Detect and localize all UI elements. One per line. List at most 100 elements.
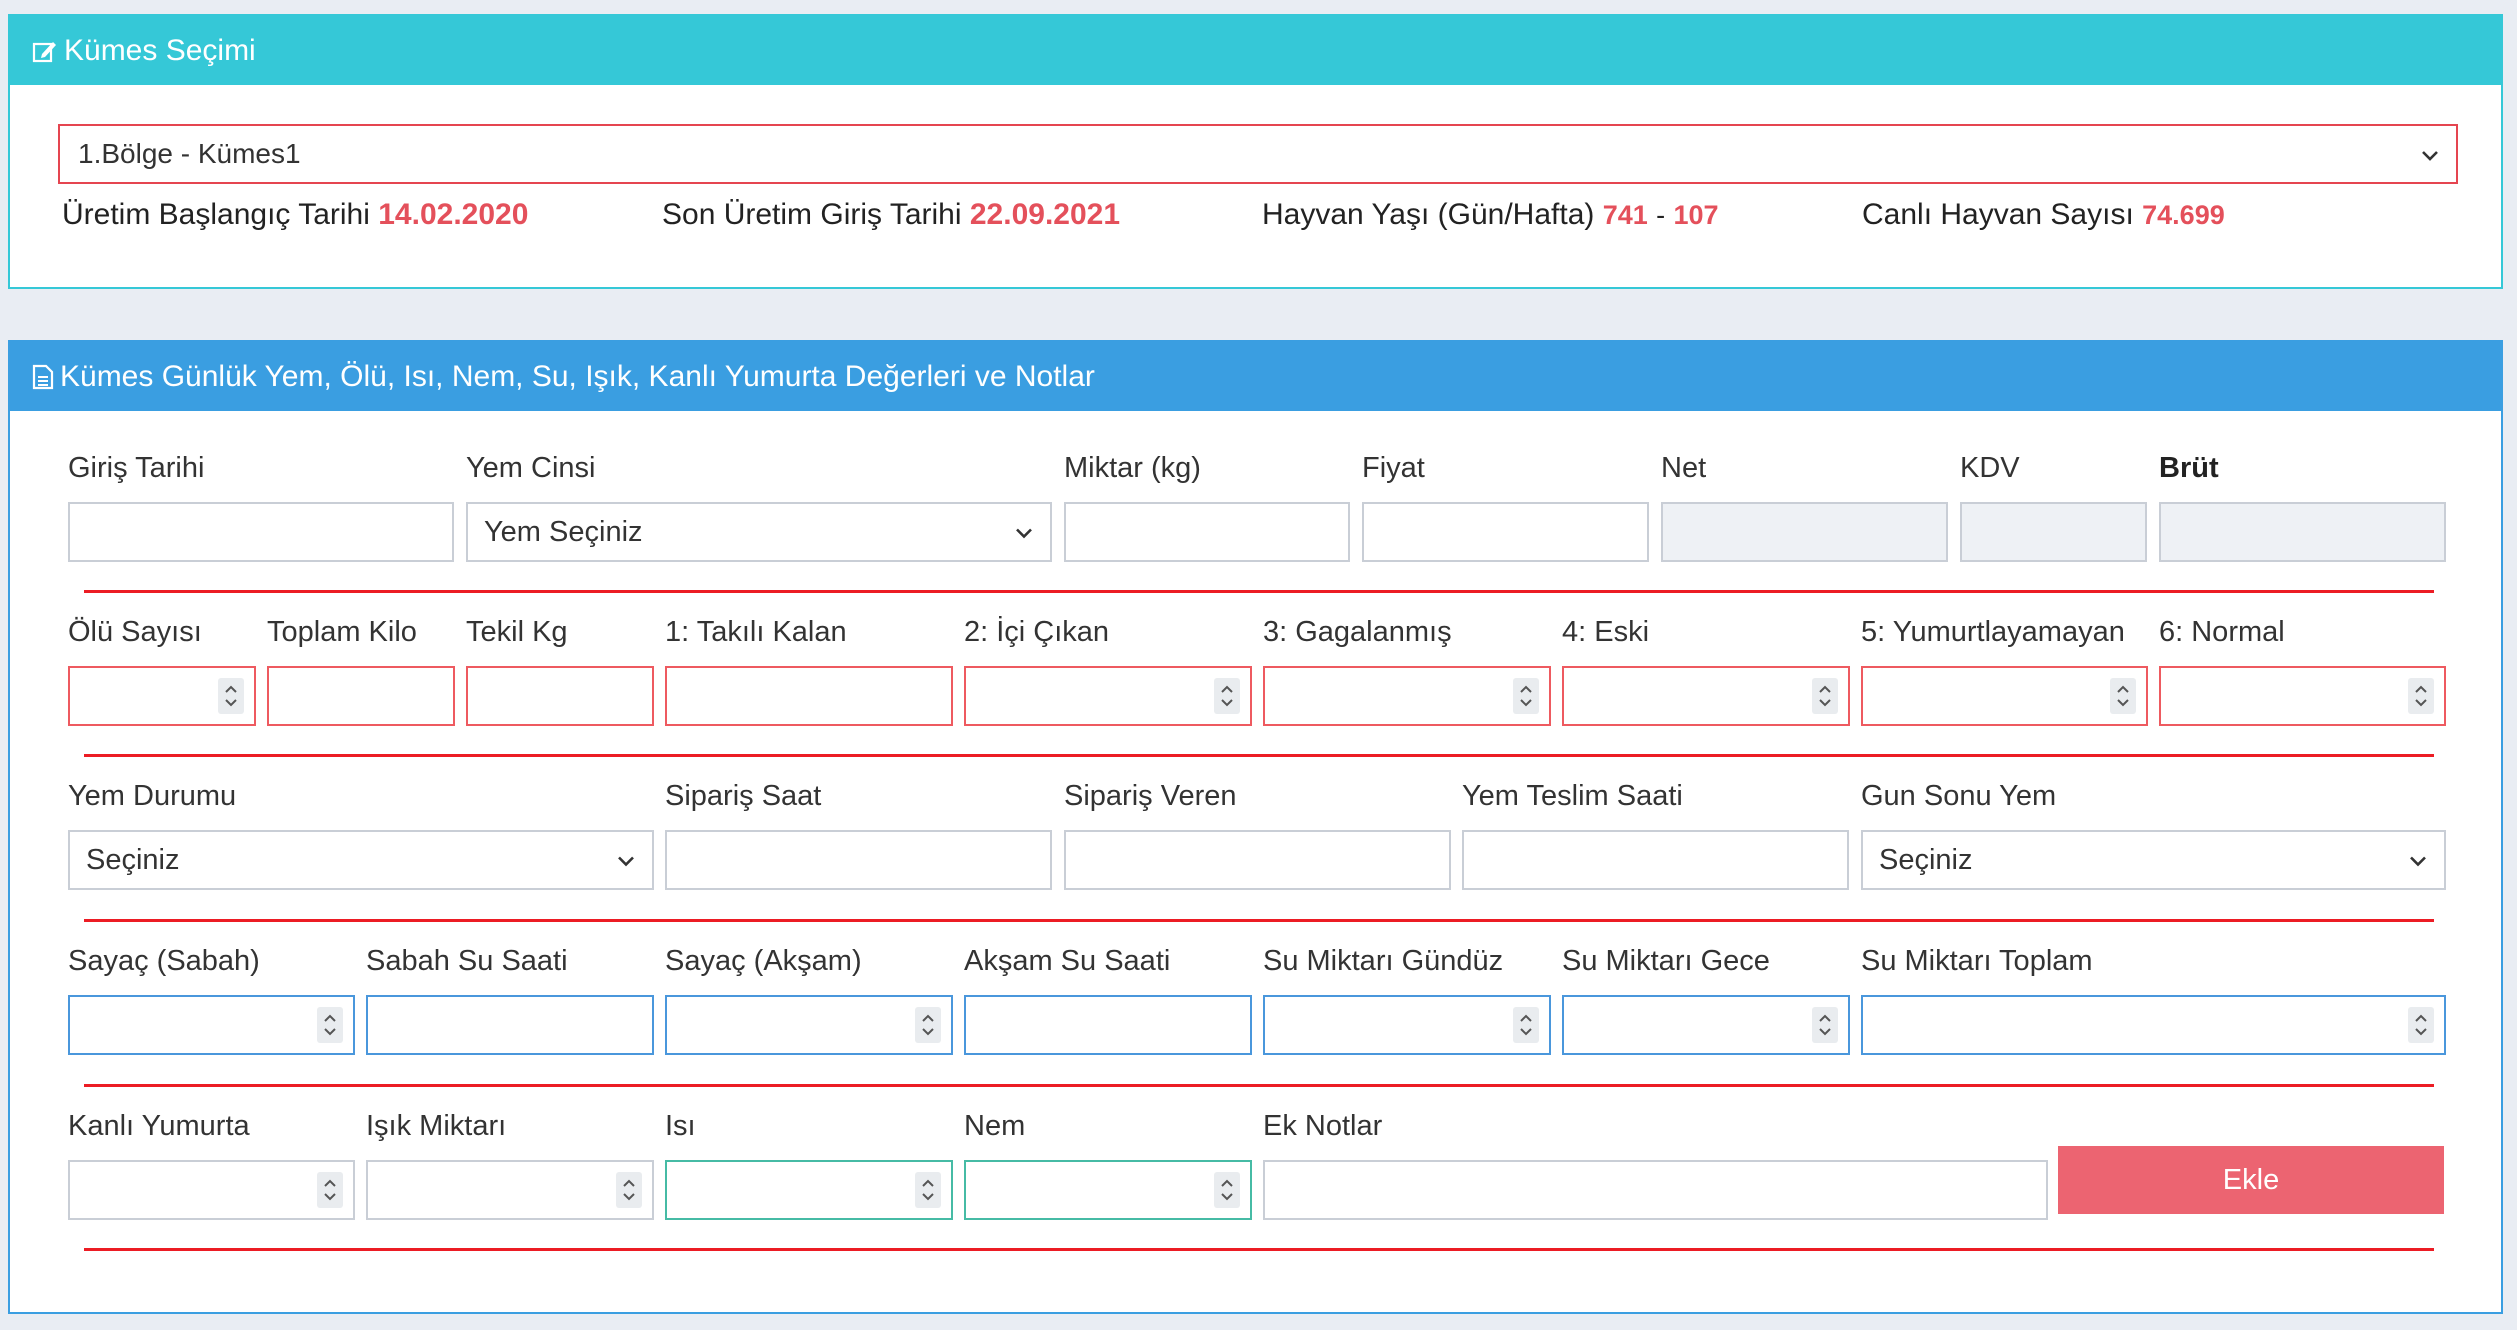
eski-label: 4: Eski xyxy=(1562,616,1650,648)
spinner-icon[interactable] xyxy=(915,1007,941,1043)
spinner-icon[interactable] xyxy=(1513,678,1539,714)
su-gece-label: Su Miktarı Gece xyxy=(1562,945,1770,977)
daily-values-title: Kümes Günlük Yem, Ölü, Isı, Nem, Su, Işı… xyxy=(60,359,1095,393)
spinner-icon[interactable] xyxy=(2110,678,2136,714)
su-gunduz-input[interactable] xyxy=(1263,995,1551,1055)
tekil-kg-label: Tekil Kg xyxy=(466,616,568,648)
chevron-down-icon xyxy=(2408,844,2428,877)
gun-sonu-yem-value: Seçiniz xyxy=(1879,843,1973,876)
spinner-icon[interactable] xyxy=(1812,1007,1838,1043)
coop-selection-title: Kümes Seçimi xyxy=(64,33,256,67)
sabah-su-saati-input[interactable] xyxy=(366,995,654,1055)
siparis-saat-input[interactable] xyxy=(665,830,1052,890)
fiyat-input[interactable] xyxy=(1362,502,1649,562)
spinner-icon[interactable] xyxy=(1513,1007,1539,1043)
kanli-yumurta-input[interactable] xyxy=(68,1160,355,1220)
aksam-su-saati-input[interactable] xyxy=(964,995,1252,1055)
animal-age-separator: - xyxy=(1656,200,1666,230)
nem-input[interactable] xyxy=(964,1160,1252,1220)
live-count-label: Canlı Hayvan Sayısı xyxy=(1862,198,2134,231)
kanli-yumurta-label: Kanlı Yumurta xyxy=(68,1110,250,1142)
daily-values-panel: Kümes Günlük Yem, Ölü, Isı, Nem, Su, Işı… xyxy=(8,340,2503,1314)
ek-notlar-label: Ek Notlar xyxy=(1263,1110,1383,1142)
coop-selection-header: Kümes Seçimi xyxy=(10,16,2501,85)
net-input xyxy=(1661,502,1948,562)
olu-sayisi-input[interactable] xyxy=(68,666,256,726)
production-start-value: 14.02.2020 xyxy=(378,198,529,231)
edit-icon xyxy=(32,38,58,64)
spinner-icon[interactable] xyxy=(317,1007,343,1043)
ek-notlar-input[interactable] xyxy=(1263,1160,2048,1220)
yem-teslim-saati-input[interactable] xyxy=(1462,830,1849,890)
eski-input[interactable] xyxy=(1562,666,1850,726)
spinner-icon[interactable] xyxy=(218,678,244,714)
brut-label: Brüt xyxy=(2159,452,2219,484)
ici-cikan-input[interactable] xyxy=(964,666,1252,726)
live-count-info: Canlı Hayvan Sayısı 74.699 xyxy=(1862,198,2225,232)
takili-kalan-input[interactable] xyxy=(665,666,953,726)
fiyat-label: Fiyat xyxy=(1362,452,1425,484)
yem-durumu-value: Seçiniz xyxy=(86,843,180,876)
gun-sonu-yem-label: Gun Sonu Yem xyxy=(1861,780,2057,812)
yem-durumu-label: Yem Durumu xyxy=(68,780,237,812)
net-label: Net xyxy=(1661,452,1707,484)
animal-age-weeks: 107 xyxy=(1673,200,1719,230)
giris-tarihi-input[interactable] xyxy=(68,502,454,562)
aksam-su-saati-label: Akşam Su Saati xyxy=(964,945,1171,977)
divider-4 xyxy=(84,1084,2434,1087)
toplam-kilo-input[interactable] xyxy=(267,666,455,726)
normal-label: 6: Normal xyxy=(2159,616,2285,648)
animal-age-label: Hayvan Yaşı (Gün/Hafta) xyxy=(1262,198,1595,231)
production-start-label: Üretim Başlangıç Tarihi xyxy=(62,198,370,231)
gagalanmis-input[interactable] xyxy=(1263,666,1551,726)
miktar-input[interactable] xyxy=(1064,502,1350,562)
su-toplam-input[interactable] xyxy=(1861,995,2446,1055)
isi-input[interactable] xyxy=(665,1160,953,1220)
yumurtlayamayan-label: 5: Yumurtlayamayan xyxy=(1861,616,2125,648)
ici-cikan-label: 2: İçi Çıkan xyxy=(964,616,1110,648)
sabah-su-saati-label: Sabah Su Saati xyxy=(366,945,568,977)
divider-5 xyxy=(84,1248,2434,1251)
spinner-icon[interactable] xyxy=(1812,678,1838,714)
coop-select[interactable]: 1.Bölge - Kümes1 xyxy=(58,124,2458,184)
yem-durumu-select[interactable]: Seçiniz xyxy=(68,830,654,890)
ekle-button[interactable]: Ekle xyxy=(2058,1146,2444,1214)
chevron-down-icon xyxy=(2420,138,2440,170)
last-entry-value: 22.09.2021 xyxy=(969,198,1121,231)
siparis-veren-input[interactable] xyxy=(1064,830,1451,890)
production-start-info: Üretim Başlangıç Tarihi 14.02.2020 xyxy=(62,198,528,232)
sayac-sabah-label: Sayaç (Sabah) xyxy=(68,945,260,977)
gun-sonu-yem-select[interactable]: Seçiniz xyxy=(1861,830,2446,890)
spinner-icon[interactable] xyxy=(1214,678,1240,714)
spinner-icon[interactable] xyxy=(2408,1007,2434,1043)
sayac-sabah-input[interactable] xyxy=(68,995,355,1055)
kdv-label: KDV xyxy=(1960,452,2020,484)
document-icon xyxy=(32,364,54,390)
daily-values-header: Kümes Günlük Yem, Ölü, Isı, Nem, Su, Işı… xyxy=(10,342,2501,411)
divider-3 xyxy=(84,919,2434,922)
spinner-icon[interactable] xyxy=(2408,678,2434,714)
divider-2 xyxy=(84,754,2434,757)
sayac-aksam-input[interactable] xyxy=(665,995,953,1055)
su-gece-input[interactable] xyxy=(1562,995,1850,1055)
isik-miktari-input[interactable] xyxy=(366,1160,654,1220)
spinner-icon[interactable] xyxy=(1214,1172,1240,1208)
coop-selection-panel: Kümes Seçimi 1.Bölge - Kümes1 Üretim Baş… xyxy=(8,14,2503,289)
giris-tarihi-label: Giriş Tarihi xyxy=(68,452,205,484)
olu-sayisi-label: Ölü Sayısı xyxy=(68,616,202,648)
last-entry-label: Son Üretim Giriş Tarihi xyxy=(662,198,962,231)
nem-label: Nem xyxy=(964,1110,1026,1142)
brut-input xyxy=(2159,502,2446,562)
su-gunduz-label: Su Miktarı Gündüz xyxy=(1263,945,1504,977)
chevron-down-icon xyxy=(616,844,636,877)
normal-input[interactable] xyxy=(2159,666,2446,726)
tekil-kg-input[interactable] xyxy=(466,666,654,726)
live-count-value: 74.699 xyxy=(2142,200,2225,230)
yumurtlayamayan-input[interactable] xyxy=(1861,666,2148,726)
spinner-icon[interactable] xyxy=(317,1172,343,1208)
isi-label: Isı xyxy=(665,1110,696,1142)
spinner-icon[interactable] xyxy=(616,1172,642,1208)
spinner-icon[interactable] xyxy=(915,1172,941,1208)
yem-cinsi-select[interactable]: Yem Seçiniz xyxy=(466,502,1052,562)
su-toplam-label: Su Miktarı Toplam xyxy=(1861,945,2093,977)
